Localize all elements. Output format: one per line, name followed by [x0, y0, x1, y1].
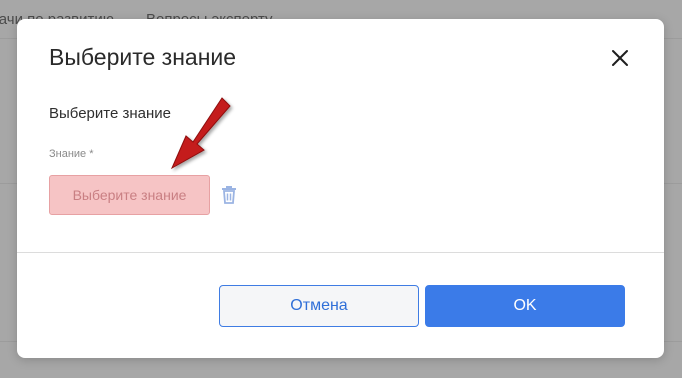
close-icon [612, 50, 628, 66]
ok-button[interactable]: OK [425, 285, 625, 327]
dialog-title: Выберите знание [49, 44, 237, 70]
knowledge-field-label: Знание * [49, 148, 94, 160]
cancel-button[interactable]: Отмена [219, 285, 419, 327]
close-button[interactable] [609, 47, 631, 69]
footer-divider [17, 252, 664, 253]
delete-button[interactable] [221, 185, 237, 205]
section-label: Выберите знание [49, 105, 171, 122]
select-knowledge-dialog: Выберите знание Выберите знание Знание *… [17, 19, 664, 358]
select-knowledge-button[interactable]: Выберите знание [49, 175, 210, 215]
trash-icon [222, 186, 236, 204]
